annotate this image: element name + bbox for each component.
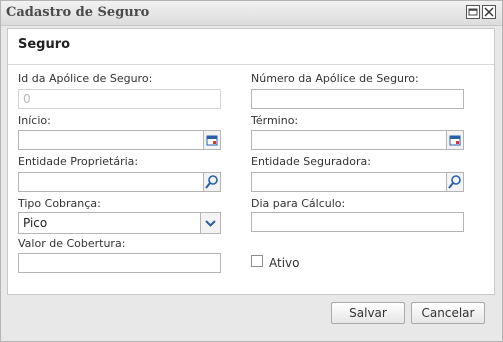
calendar-icon[interactable] <box>447 130 464 150</box>
owner-entity-label: Entidade Proprietária: <box>18 155 139 168</box>
search-icon[interactable] <box>204 172 221 192</box>
window-title: Cadastro de Seguro <box>6 5 150 20</box>
save-button[interactable]: Salvar <box>331 302 405 324</box>
active-checkbox[interactable] <box>251 255 263 267</box>
title-bar[interactable]: Cadastro de Seguro <box>1 1 502 26</box>
start-date-label: Início: <box>18 114 51 127</box>
policy-number-label: Número da Apólice de Seguro: <box>251 72 419 85</box>
policy-id-input <box>18 89 221 109</box>
chevron-down-icon[interactable] <box>200 213 220 233</box>
active-label[interactable]: Ativo <box>269 256 299 270</box>
coverage-value-label: Valor de Cobertura: <box>18 237 126 250</box>
calendar-icon[interactable] <box>204 130 221 150</box>
maximize-icon[interactable] <box>466 5 480 19</box>
insurer-entity-input[interactable] <box>251 172 447 192</box>
section-title: Seguro <box>18 37 71 52</box>
cancel-button[interactable]: Cancelar <box>411 302 485 324</box>
billing-type-select[interactable]: Pico <box>18 212 221 234</box>
dialog-window: Cadastro de Seguro Seguro Id da Apólice … <box>0 0 503 342</box>
policy-id-label: Id da Apólice de Seguro: <box>18 72 153 85</box>
calc-day-label: Dia para Cálculo: <box>251 197 346 210</box>
calc-day-input[interactable] <box>251 212 464 232</box>
policy-number-input[interactable] <box>251 89 464 109</box>
coverage-value-input[interactable] <box>18 253 221 273</box>
owner-entity-input[interactable] <box>18 172 204 192</box>
end-date-label: Término: <box>251 114 299 127</box>
form-panel: Seguro Id da Apólice de Seguro: Número d… <box>7 28 495 295</box>
start-date-input[interactable] <box>18 130 204 150</box>
end-date-input[interactable] <box>251 130 447 150</box>
section-divider <box>8 64 494 65</box>
close-icon[interactable] <box>482 5 496 19</box>
billing-type-value: Pico <box>23 216 48 230</box>
insurer-entity-label: Entidade Seguradora: <box>251 155 371 168</box>
search-icon[interactable] <box>447 172 464 192</box>
billing-type-label: Tipo Cobrança: <box>18 197 101 210</box>
